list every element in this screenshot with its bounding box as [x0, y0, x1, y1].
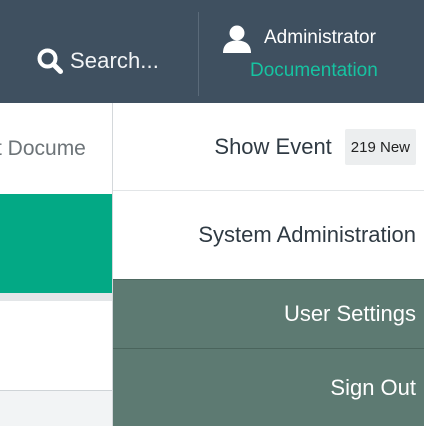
user-name: Administrator	[264, 27, 376, 48]
menu-item-sign-out[interactable]: Sign Out	[113, 348, 424, 426]
documentation-link[interactable]: Documentation	[250, 60, 378, 82]
menu-item-label: Sign Out	[330, 374, 416, 400]
menu-item-user-settings[interactable]: User Settings	[113, 279, 424, 348]
menu-item-label: Show Event	[214, 133, 332, 159]
top-header: Search... Administrator Documentation	[0, 0, 424, 103]
background-footer	[0, 391, 113, 426]
background-tab[interactable]: t Docume	[0, 137, 113, 161]
search-label: Search...	[70, 48, 159, 73]
background-content: t Docume	[0, 103, 113, 426]
user-icon	[223, 25, 251, 53]
user-menu[interactable]: Administrator Documentation	[221, 16, 421, 96]
background-tab-label: t Docume	[0, 137, 86, 160]
menu-item-label: User Settings	[283, 301, 416, 326]
search-button[interactable]: Search...	[36, 42, 159, 80]
background-teal-panel	[0, 194, 113, 293]
search-icon	[37, 48, 63, 74]
user-dropdown-menu: Show Event 219 New System Administration…	[112, 103, 424, 426]
menu-item-system-administration[interactable]: System Administration	[113, 192, 424, 278]
header-divider	[198, 12, 199, 96]
menu-item-label: System Administration	[198, 222, 416, 247]
new-events-badge: 219 New	[344, 128, 416, 165]
background-divider-strip	[0, 293, 113, 301]
menu-item-show-event[interactable]: Show Event 219 New	[113, 103, 424, 191]
